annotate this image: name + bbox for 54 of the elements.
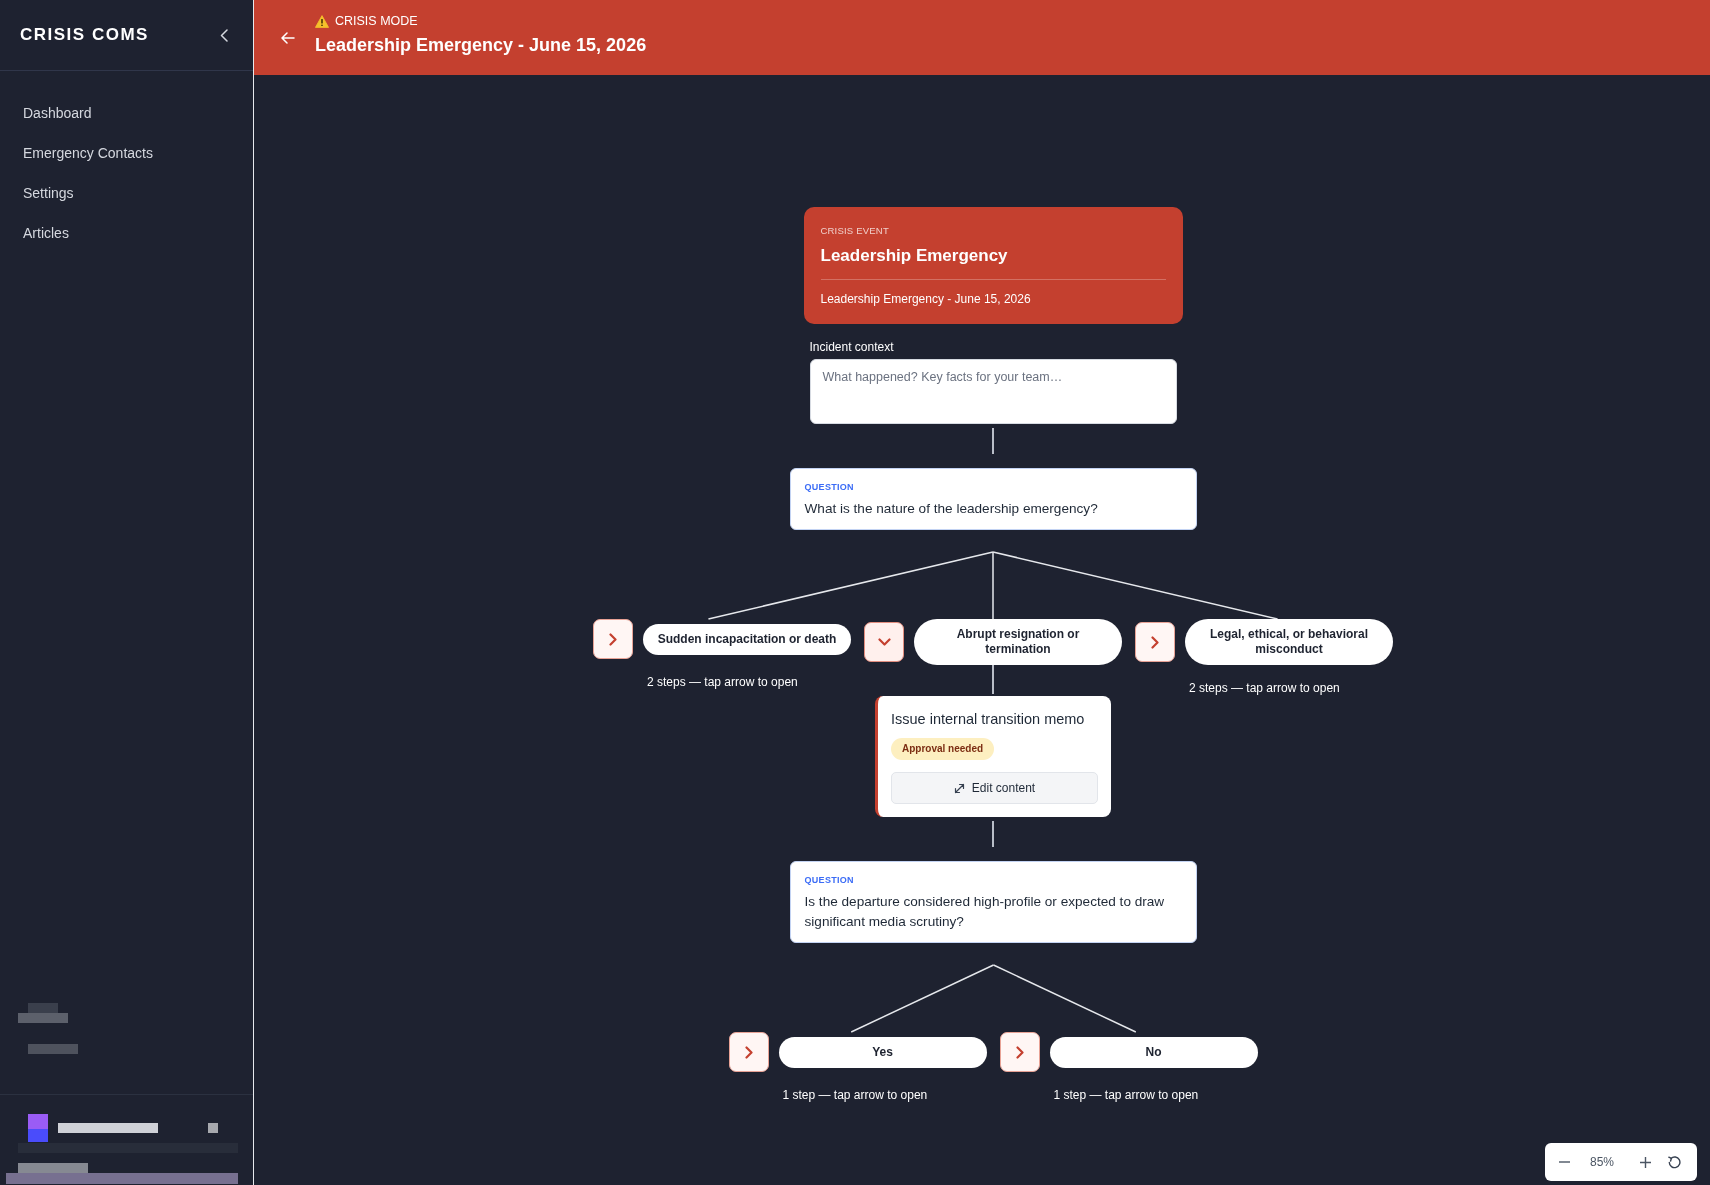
crisis-mode-label: CRISIS MODE (335, 14, 418, 29)
question-eyebrow: QUESTION (804, 481, 855, 493)
question-eyebrow: QUESTION (804, 874, 855, 886)
expand-toggle[interactable] (864, 622, 904, 662)
event-subtitle: Leadership Emergency - June 15, 2026 (820, 292, 1032, 307)
connector-line (992, 665, 994, 694)
connector-line (992, 428, 994, 454)
steps-hint: 1 step — tap arrow to open (782, 1088, 928, 1103)
steps-hint: 1 step — tap arrow to open (1053, 1088, 1199, 1103)
connector-line (992, 821, 994, 847)
event-title: Leadership Emergency (820, 245, 1009, 267)
question-text: What is the nature of the leadership emergency? (804, 500, 1099, 518)
expand-toggle[interactable] (999, 1032, 1040, 1072)
warning-icon (315, 15, 329, 28)
event-eyebrow: CRISIS EVENT (820, 225, 890, 237)
pixelated-block (28, 1044, 78, 1054)
page-title: Leadership Emergency - June 15, 2026 (315, 34, 647, 56)
answer-option[interactable]: No (1049, 1036, 1258, 1068)
edit-content-button[interactable]: Edit content (891, 772, 1098, 804)
question-text: Is the departure considered high-profile or expected to draw significant media scrutiny? (804, 893, 1166, 931)
plus-icon (1640, 1156, 1652, 1168)
nav-item[interactable]: Settings (0, 173, 253, 213)
task-title: Issue internal transition memo (891, 710, 1085, 728)
steps-hint: 2 steps — tap arrow to open (1189, 681, 1340, 696)
chevron-right-icon (1015, 1045, 1024, 1059)
nav-item[interactable]: Dashboard (0, 93, 253, 133)
back-arrow-icon (281, 31, 295, 44)
pixelated-avatar (28, 1114, 48, 1142)
zoom-level: 85% (1590, 1155, 1615, 1169)
expand-toggle[interactable] (1135, 622, 1175, 662)
expand-toggle[interactable] (593, 619, 633, 659)
chevron-right-icon (609, 632, 617, 646)
nav-item[interactable]: Articles (0, 213, 253, 253)
back-button[interactable] (281, 31, 295, 44)
incident-context-label: Incident context (809, 341, 895, 354)
expand-arrows-icon (953, 782, 965, 794)
minus-icon (1559, 1161, 1570, 1163)
approval-badge: Approval needed (891, 738, 995, 760)
chevron-right-icon (1151, 635, 1159, 649)
collapse-sidebar-button[interactable] (220, 28, 228, 42)
answer-option[interactable]: Yes (778, 1036, 987, 1068)
answer-option[interactable]: Abrupt resignation or termination (914, 619, 1122, 665)
reset-icon (1668, 1155, 1682, 1169)
pixelated-block (208, 1123, 218, 1133)
answer-option[interactable]: Sudden incapacitation or death (643, 623, 851, 655)
expand-toggle[interactable] (728, 1032, 769, 1072)
app-logo: CRISIS COMS (20, 25, 149, 45)
chevron-left-icon (220, 28, 228, 42)
incident-context-field[interactable]: What happened? Key facts for your team… (809, 359, 1177, 424)
chevron-down-icon (877, 638, 891, 646)
nav-item[interactable]: Emergency Contacts (0, 133, 253, 173)
chevron-right-icon (744, 1045, 753, 1059)
answer-option[interactable]: Legal, ethical, or behavioral misconduct (1185, 619, 1393, 665)
steps-hint: 2 steps — tap arrow to open (647, 675, 798, 690)
